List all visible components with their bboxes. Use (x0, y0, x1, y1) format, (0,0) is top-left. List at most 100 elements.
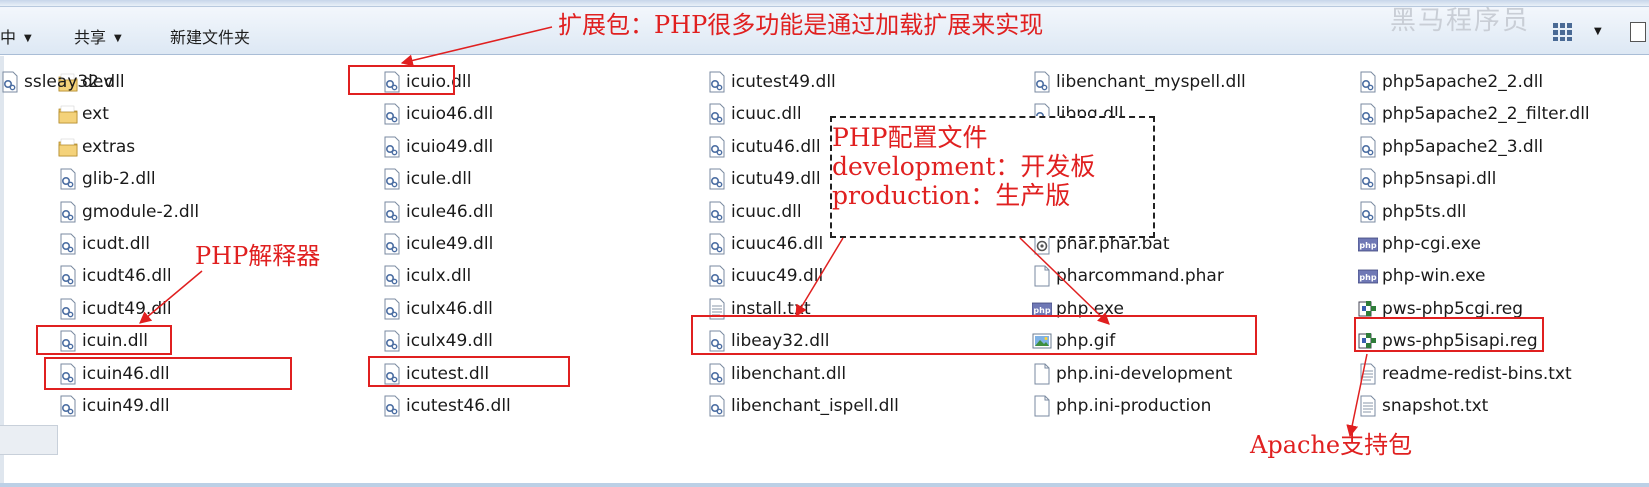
file-item[interactable]: icudt.dll (58, 230, 150, 258)
toolbar-partial-menu[interactable]: 中 ▼ (0, 24, 32, 48)
dll-file-icon (382, 168, 402, 190)
file-name: gmodule-2.dll (82, 201, 200, 222)
file-item[interactable]: php.ini-development (1032, 360, 1232, 388)
file-item[interactable]: iculx49.dll (382, 327, 493, 355)
file-item[interactable]: pharcommand.phar (1032, 262, 1224, 290)
file-item[interactable]: php php.exe (1031, 295, 1124, 323)
file-item[interactable]: icuio46.dll (382, 100, 493, 128)
file-item[interactable]: icuio49.dll (382, 133, 493, 161)
file-name: php5apache2_2_filter.dll (1382, 104, 1590, 125)
dll-file-icon (707, 168, 727, 190)
file-item[interactable]: icuio.dll (382, 68, 471, 96)
file-item[interactable]: icuin49.dll (58, 392, 170, 420)
file-item[interactable]: php5apache2_3.dll (1358, 133, 1543, 161)
dll-file-icon (382, 265, 402, 287)
file-name: icutest49.dll (731, 72, 836, 92)
file-item[interactable]: icudt49.dll (58, 295, 172, 323)
reg-file-icon (1358, 298, 1378, 320)
file-item[interactable]: php5apache2_2_filter.dll (1358, 100, 1590, 128)
file-item[interactable]: pws-php5cgi.reg (1358, 295, 1523, 323)
file-item[interactable]: icutest.dll (382, 360, 489, 388)
file-name: snapshot.txt (1382, 396, 1489, 416)
file-item[interactable]: icuin.dll (58, 327, 148, 355)
file-name: icuin.dll (82, 331, 148, 352)
file-item[interactable]: license.txt (1032, 165, 1144, 193)
file-item[interactable]: libeay32.dll (707, 327, 829, 355)
navigation-pane-edge (0, 56, 4, 487)
file-item[interactable]: icuin46.dll (58, 360, 170, 388)
file-item[interactable]: libpq.dll (1032, 100, 1123, 128)
txt-file-icon (1358, 363, 1378, 385)
file-name: icuin46.dll (82, 363, 170, 384)
file-item[interactable]: php5ts.dll (1358, 198, 1466, 226)
dll-file-icon (58, 330, 78, 352)
window-bottom-border (0, 483, 1649, 487)
file-name: php.ini-production (1056, 396, 1212, 416)
navigation-pane-scrollbar[interactable] (0, 425, 58, 455)
dll-file-icon (382, 201, 402, 223)
file-item[interactable]: icuuc.dll (707, 198, 802, 226)
file-item[interactable]: gmodule-2.dll (58, 198, 199, 226)
file-item[interactable]: install.txt (707, 295, 811, 323)
view-options-chevron-icon[interactable]: ▼ (1594, 26, 1602, 37)
file-item[interactable]: glib-2.dll (58, 165, 156, 193)
dll-file-icon (707, 395, 727, 417)
file-item[interactable]: php php-win.exe (1357, 262, 1485, 290)
file-item[interactable]: extras (58, 133, 135, 161)
file-name: readme-redist-bins.txt (1382, 363, 1572, 384)
file-item[interactable]: phar.phar.bat (1032, 230, 1170, 258)
file-item[interactable]: news.txt (1032, 198, 1129, 226)
file-name: license.txt (1056, 169, 1145, 190)
file-item[interactable]: icutu46.dll (707, 133, 821, 161)
file-item[interactable]: icule46.dll (382, 198, 493, 226)
file-name: pws-php5cgi.reg (1382, 298, 1523, 319)
dll-file-icon (707, 363, 727, 385)
file-item[interactable]: php php-cgi.exe (1357, 230, 1481, 258)
dll-file-icon (1358, 136, 1378, 158)
toolbar-partial-label: 中 (0, 28, 17, 47)
share-menu-button[interactable]: 共享 ▼ (74, 24, 122, 48)
preview-pane-icon[interactable] (1630, 22, 1646, 42)
dll-file-icon (382, 395, 402, 417)
file-name: php5nsapi.dll (1382, 169, 1497, 190)
file-item[interactable]: php.gif (1032, 327, 1115, 355)
dll-file-icon (58, 201, 78, 223)
dll-file-icon (382, 330, 402, 352)
file-item[interactable]: icule.dll (382, 165, 472, 193)
file-item[interactable]: php.ini-production (1032, 392, 1211, 420)
file-item[interactable]: ssleay32.dll (0, 68, 125, 96)
new-folder-button[interactable]: 新建文件夹 (170, 24, 250, 48)
file-item[interactable]: snapshot.txt (1358, 392, 1488, 420)
file-item[interactable]: readme-redist-bins.txt (1358, 360, 1572, 388)
dll-file-icon (58, 233, 78, 255)
file-item[interactable]: icutu49.dll (707, 165, 821, 193)
file-item[interactable]: icuuc46.dll (707, 230, 823, 258)
dll-file-icon (1358, 201, 1378, 223)
change-view-icon[interactable] (1552, 22, 1574, 42)
file-name: libeay32.dll (731, 331, 830, 352)
file-item[interactable]: icule49.dll (382, 230, 493, 258)
file-item[interactable]: php5nsapi.dll (1358, 165, 1496, 193)
file-name: php5ts.dll (1382, 201, 1467, 222)
file-item[interactable]: libenchant_ispell.dll (707, 392, 899, 420)
file-name: iculx49.dll (406, 331, 493, 352)
file-item[interactable]: icutest46.dll (382, 392, 511, 420)
file-item[interactable]: icuuc49.dll (707, 262, 823, 290)
file-item[interactable]: iculx.dll (382, 262, 471, 290)
file-item[interactable]: icutest49.dll (707, 68, 836, 96)
file-name: icuio49.dll (406, 136, 494, 157)
file-item[interactable]: libenchant.dll (707, 360, 846, 388)
svg-text:php: php (1359, 273, 1376, 282)
file-item[interactable]: icuuc.dll (707, 100, 802, 128)
file-item[interactable]: libenchant_myspell.dll (1032, 68, 1246, 96)
file-item[interactable]: ext (58, 100, 109, 128)
dll-file-icon (707, 201, 727, 223)
file-item[interactable]: pws-php5isapi.reg (1358, 327, 1538, 355)
file-name: icutest46.dll (406, 396, 511, 416)
file-item[interactable]: icudt46.dll (58, 262, 172, 290)
file-item[interactable]: php5apache2_2.dll (1358, 68, 1543, 96)
file-item[interactable]: libsasl.dll (1032, 133, 1135, 161)
file-name: iculx.dll (406, 266, 472, 287)
file-item[interactable]: iculx46.dll (382, 295, 493, 323)
dll-file-icon (58, 363, 78, 385)
